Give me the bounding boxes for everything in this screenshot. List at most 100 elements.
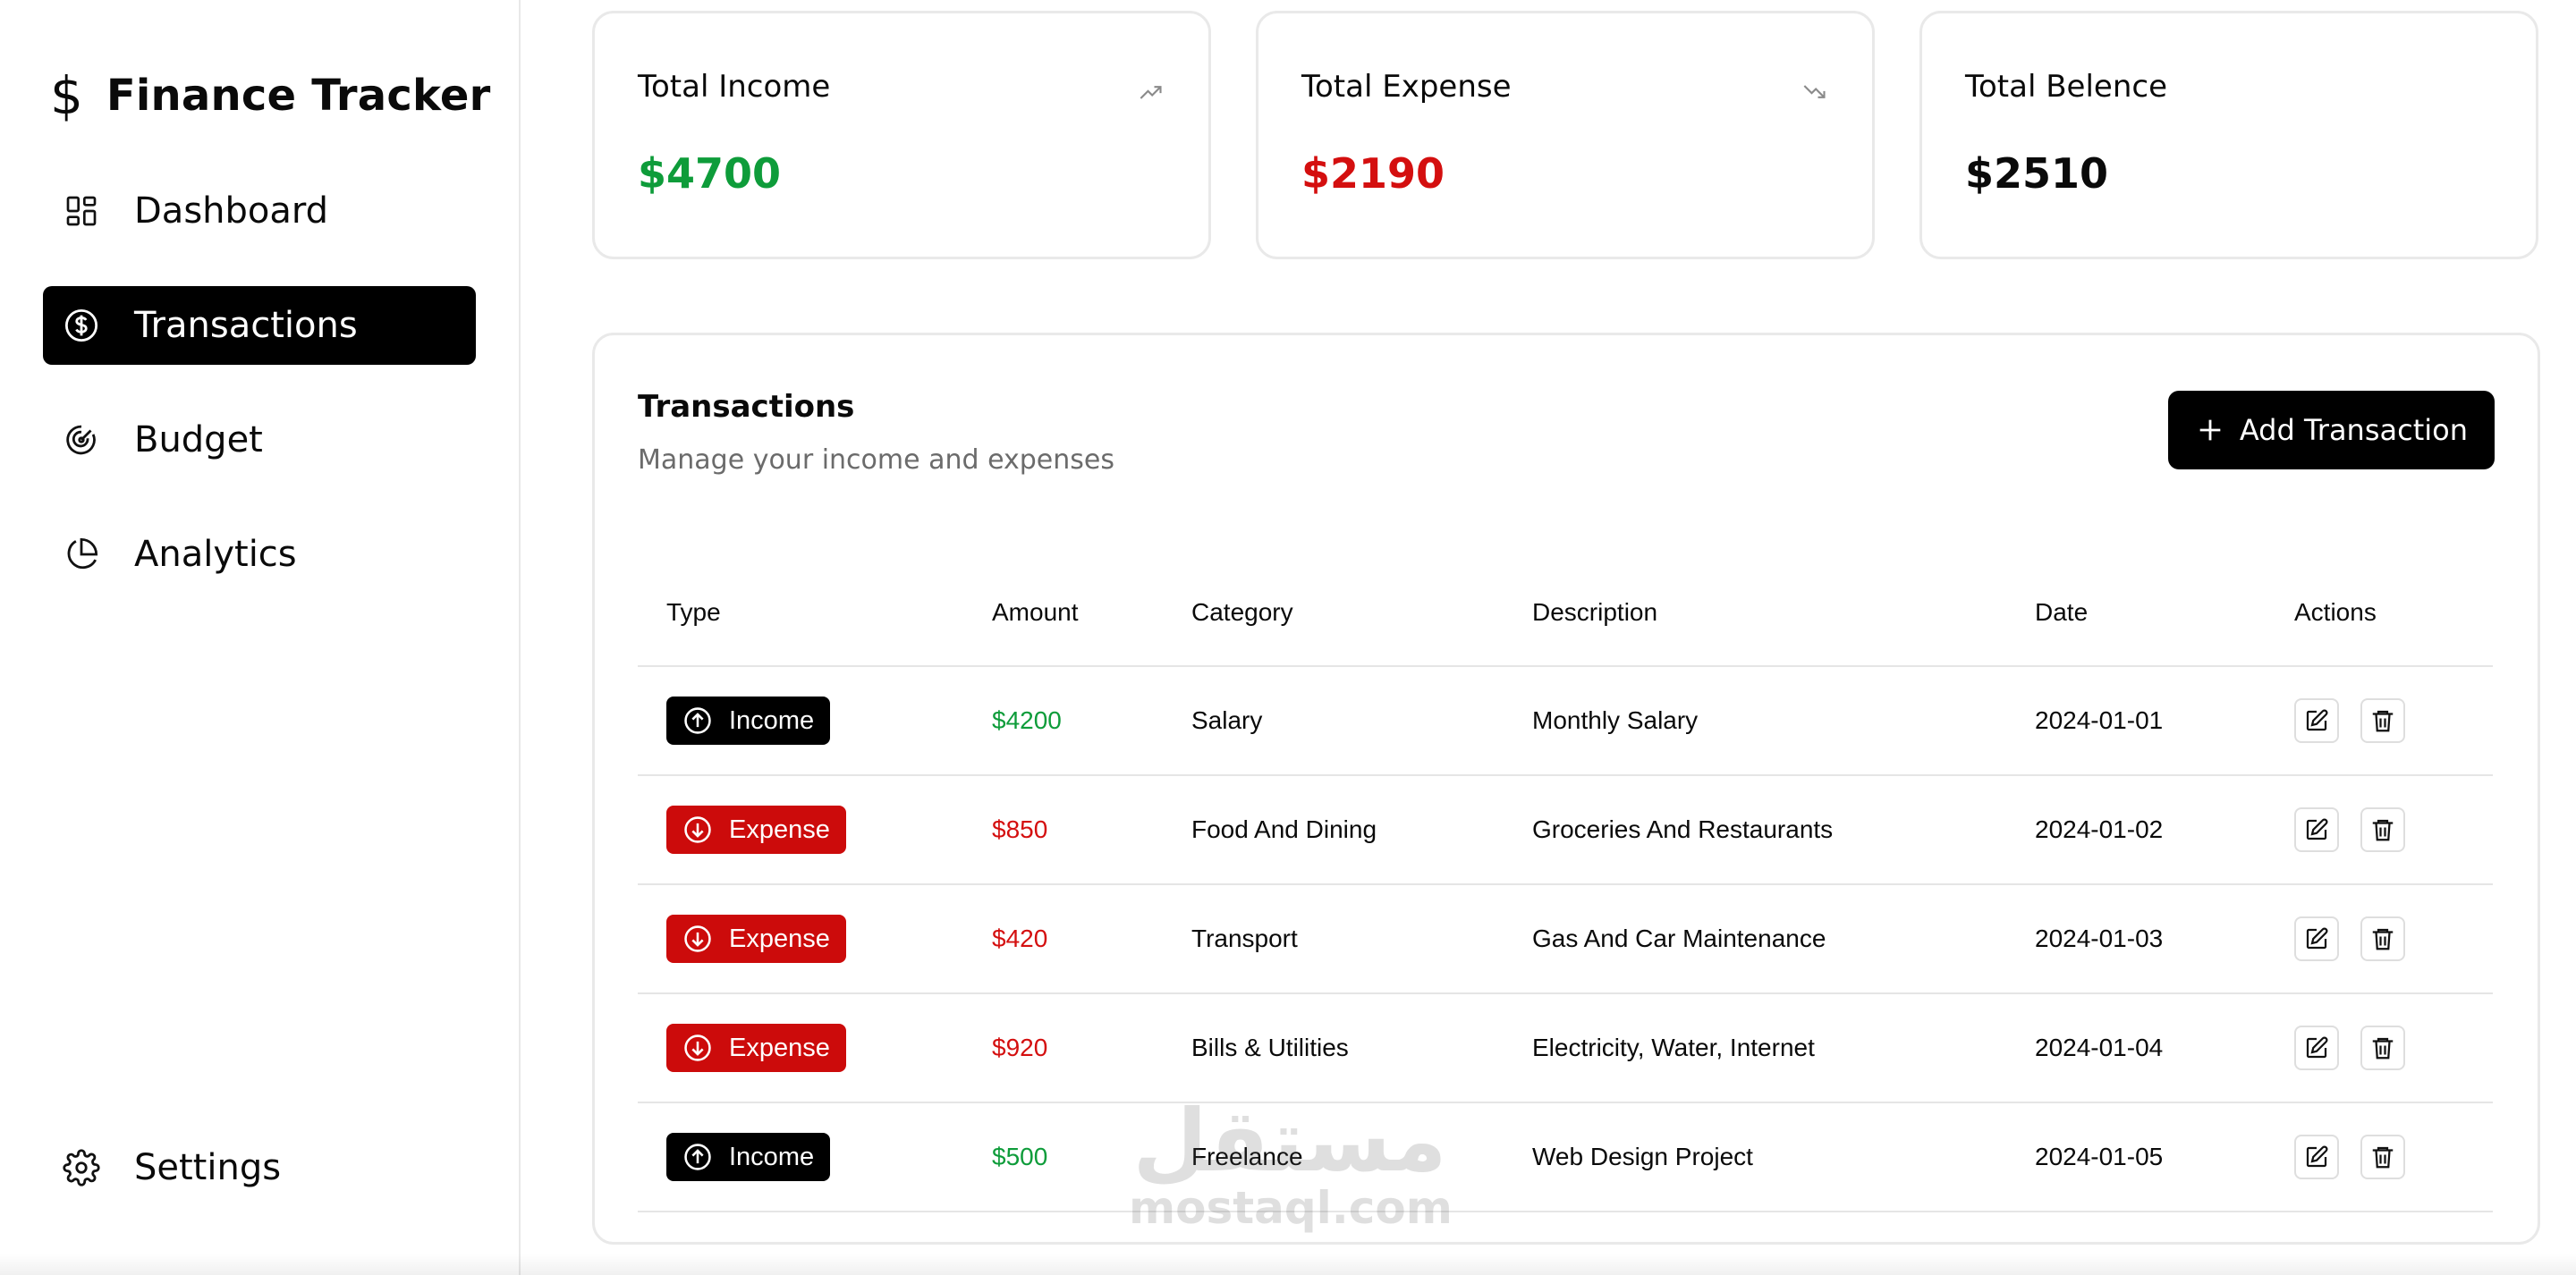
plus-icon [2199,419,2221,441]
trash-icon [2372,819,2394,841]
total-balance-card: Total Belence $2510 [1919,11,2538,259]
dashboard-grid-icon [59,189,104,233]
type-label: Income [729,705,815,735]
column-header-date[interactable]: Date [2006,559,2266,667]
date-cell: 2024-01-03 [2006,884,2266,994]
column-header-category[interactable]: Category [1163,559,1504,667]
column-header-type[interactable]: Type [638,559,963,667]
trash-icon [2372,710,2394,732]
panel-title: Transactions [638,389,855,425]
dollar-logo-icon: $ [50,65,83,126]
sidebar: $ Finance Tracker Dashboard Transactions [0,0,521,1275]
category-cell: Freelance [1163,1102,1504,1212]
edit-button[interactable] [2294,807,2339,852]
type-badge-income: Income [666,697,831,745]
description-cell: Monthly Salary [1504,666,2006,776]
arrow-down-circle-icon [684,1034,711,1061]
edit-button[interactable] [2294,1135,2339,1179]
gear-icon [59,1145,104,1190]
type-label: Expense [729,1033,830,1062]
type-badge-expense: Expense [666,915,846,963]
delete-button[interactable] [2360,807,2405,852]
sidebar-item-budget[interactable]: Budget [43,401,476,479]
dollar-circle-icon [59,303,104,348]
delete-button[interactable] [2360,916,2405,961]
table-row: Income $500 Freelance Web Design Project… [638,1102,2493,1212]
table-header-row: Type Amount Category Description Date Ac… [638,559,2493,667]
description-cell: Electricity, Water, Internet [1504,993,2006,1103]
delete-button[interactable] [2360,698,2405,743]
edit-icon [2306,927,2328,950]
sidebar-item-settings[interactable]: Settings [43,1128,476,1207]
sidebar-item-label: Analytics [134,534,297,575]
card-label: Total Belence [1965,69,2167,105]
actions-cell [2266,884,2493,994]
arrow-up-circle-icon [684,707,711,734]
category-cell: Bills & Utilities [1163,993,1504,1103]
target-icon [59,418,104,462]
card-label: Total Expense [1301,69,1512,105]
trending-up-icon [1140,86,1162,99]
arrow-down-circle-icon [684,816,711,843]
actions-cell [2266,1102,2493,1212]
actions-cell [2266,993,2493,1103]
amount-cell: $4200 [963,666,1163,776]
arrow-up-circle-icon [684,1144,711,1170]
bottom-shade [0,1254,2576,1275]
type-label: Expense [729,815,830,844]
edit-icon [2306,709,2328,731]
add-transaction-button[interactable]: Add Transaction [2167,391,2495,469]
table-row: Income $4200 Salary Monthly Salary 2024-… [638,666,2493,776]
actions-cell [2266,666,2493,776]
total-income-value: $4700 [638,149,782,198]
sidebar-item-dashboard[interactable]: Dashboard [43,172,476,250]
trending-down-icon [1803,85,1826,98]
panel-subtitle: Manage your income and expenses [638,444,1114,476]
delete-button[interactable] [2360,1135,2405,1179]
trash-icon [2372,1037,2394,1060]
category-cell: Salary [1163,666,1504,776]
type-badge-expense: Expense [666,1024,846,1072]
pie-chart-icon [59,532,104,577]
sidebar-item-label: Dashboard [134,190,329,232]
add-transaction-label: Add Transaction [2239,413,2468,447]
date-cell: 2024-01-01 [2006,666,2266,776]
total-expense-card: Total Expense $2190 [1256,11,1875,259]
column-header-description[interactable]: Description [1504,559,2006,667]
sidebar-item-transactions[interactable]: Transactions [43,286,476,365]
delete-button[interactable] [2360,1026,2405,1070]
description-cell: Groceries And Restaurants [1504,775,2006,885]
type-badge-expense: Expense [666,806,846,854]
column-header-actions: Actions [2266,559,2493,667]
sidebar-item-analytics[interactable]: Analytics [43,515,476,594]
sidebar-item-label: Settings [134,1147,282,1188]
transactions-panel: Transactions Manage your income and expe… [592,333,2540,1245]
edit-icon [2306,818,2328,840]
edit-button[interactable] [2294,1026,2339,1070]
category-cell: Transport [1163,884,1504,994]
edit-icon [2306,1145,2328,1168]
amount-cell: $920 [963,993,1163,1103]
trash-icon [2372,1146,2394,1169]
sidebar-item-label: Transactions [134,305,358,346]
edit-button[interactable] [2294,698,2339,743]
amount-cell: $420 [963,884,1163,994]
table-row: Expense $420 Transport Gas And Car Maint… [638,884,2493,994]
date-cell: 2024-01-05 [2006,1102,2266,1212]
description-cell: Web Design Project [1504,1102,2006,1212]
transactions-table: Type Amount Category Description Date Ac… [638,559,2493,1212]
column-header-amount[interactable]: Amount [963,559,1163,667]
category-cell: Food And Dining [1163,775,1504,885]
brand[interactable]: $ Finance Tracker [50,70,490,122]
description-cell: Gas And Car Maintenance [1504,884,2006,994]
type-label: Income [729,1142,815,1171]
type-label: Expense [729,924,830,953]
type-badge-income: Income [666,1133,831,1181]
app-title: Finance Tracker [106,71,491,121]
actions-cell [2266,775,2493,885]
table-row: Expense $850 Food And Dining Groceries A… [638,775,2493,885]
amount-cell: $500 [963,1102,1163,1212]
date-cell: 2024-01-02 [2006,775,2266,885]
edit-button[interactable] [2294,916,2339,961]
total-balance-value: $2510 [1965,149,2109,198]
